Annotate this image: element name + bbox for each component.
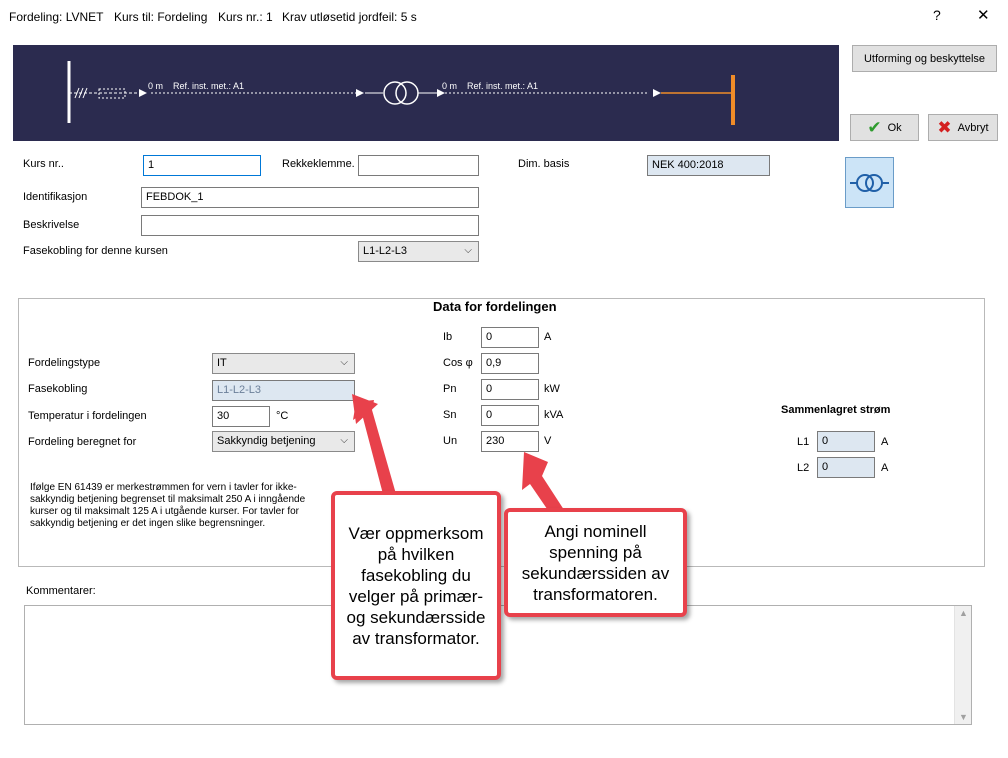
ib-field[interactable]: 0 — [481, 327, 539, 348]
temperatur-unit: °C — [276, 410, 289, 422]
chevron-down-icon: ⌵ — [464, 245, 472, 256]
kurs-til-text: Kurs til: Fordeling — [114, 10, 208, 24]
transformer-icon — [850, 174, 889, 192]
ok-label: Ok — [887, 121, 902, 134]
pn-label: Pn — [443, 383, 457, 395]
help-icon[interactable]: ? — [933, 7, 941, 23]
avbryt-label: Avbryt — [957, 121, 989, 134]
beregnet-label: Fordeling beregnet for — [28, 436, 137, 448]
un-field[interactable]: 230 — [481, 431, 539, 452]
kurs-nr-label: Kurs nr.. — [23, 158, 64, 170]
fordelingstype-select[interactable]: IT ⌵ — [212, 353, 355, 374]
identifikasjon-label: Identifikasjon — [23, 191, 88, 203]
sammenlagret-title: Sammenlagret strøm — [781, 404, 891, 416]
rekkeklemme-label: Rekkeklemme. — [282, 158, 355, 170]
fasekobling-kurs-select[interactable]: L1-L2-L3 ⌵ — [358, 241, 479, 262]
ib-unit: A — [544, 331, 552, 343]
dim-basis-label: Dim. basis — [518, 158, 570, 170]
kurs-nr-text: Kurs nr.: 1 — [218, 10, 273, 24]
sn-label: Sn — [443, 409, 457, 421]
beregnet-select[interactable]: Sakkyndig betjening ⌵ — [212, 431, 355, 452]
utforming-label: Utforming og beskyttelse — [863, 52, 986, 65]
fordelingstype-label: Fordelingstype — [28, 357, 101, 369]
sn-unit: kVA — [544, 409, 564, 421]
l2-unit: A — [881, 462, 889, 474]
check-icon: ✔ — [867, 118, 882, 137]
avbryt-button[interactable]: ✖ Avbryt — [928, 114, 998, 141]
kommentarer-label: Kommentarer: — [26, 585, 96, 597]
ok-button[interactable]: ✔ Ok — [850, 114, 919, 141]
identifikasjon-field[interactable]: FEBDOK_1 — [141, 187, 479, 208]
right-ref-label: Ref. inst. met.: A1 — [467, 81, 539, 91]
un-unit: V — [544, 435, 552, 447]
kurs-nr-field[interactable]: 1 — [143, 155, 261, 176]
scroll-up-icon[interactable]: ▲ — [959, 608, 968, 618]
l2-field: 0 — [817, 457, 875, 478]
info-text: Ifølge EN 61439 er merkestrømmen for ver… — [30, 482, 306, 529]
chevron-down-icon: ⌵ — [340, 435, 348, 446]
single-line-diagram: 0 m Ref. inst. met.: A1 0 m Ref. inst. m… — [13, 45, 839, 141]
ib-label: Ib — [443, 331, 453, 343]
krav-text: Krav utløsetid jordfeil: 5 s — [282, 10, 417, 24]
fasekobling-label: Fasekobling — [28, 383, 88, 395]
pn-field[interactable]: 0 — [481, 379, 539, 400]
fordelingstype-value: IT — [217, 357, 227, 369]
un-label: Un — [443, 435, 458, 447]
scroll-down-icon[interactable]: ▼ — [959, 712, 968, 722]
l1-unit: A — [881, 436, 889, 448]
cancel-x-icon: ✖ — [937, 118, 952, 137]
sn-field[interactable]: 0 — [481, 405, 539, 426]
left-ref-label: Ref. inst. met.: A1 — [173, 81, 245, 91]
right-length-label: 0 m — [442, 81, 458, 91]
beregnet-value: Sakkyndig betjening — [217, 435, 316, 447]
fasekobling-kurs-value: L1-L2-L3 — [363, 245, 408, 257]
temperatur-label: Temperatur i fordelingen — [28, 410, 147, 422]
fasekobling-kurs-label: Fasekobling for denne kursen — [23, 245, 168, 257]
l2-label: L2 — [797, 462, 810, 474]
dim-basis-field: NEK 400:2018 — [647, 155, 770, 176]
beskrivelse-label: Beskrivelse — [23, 219, 80, 231]
rekkeklemme-field[interactable] — [358, 155, 479, 176]
beskrivelse-field[interactable] — [141, 215, 479, 236]
diagram-graphics — [67, 61, 735, 125]
transformer-toggle-button[interactable] — [845, 157, 894, 208]
chevron-down-icon: ⌵ — [340, 357, 348, 368]
utforming-button[interactable]: Utforming og beskyttelse — [852, 45, 997, 72]
pn-unit: kW — [544, 383, 560, 395]
cos-field[interactable]: 0,9 — [481, 353, 539, 374]
left-length-label: 0 m — [148, 81, 164, 91]
title-bar: Fordeling: LVNET Kurs til: Fordeling Kur… — [0, 0, 1008, 34]
callout-nominell-spenning: Angi nominell spenning på sekundærssiden… — [504, 508, 687, 617]
fasekobling-field: L1-L2-L3 — [212, 380, 355, 401]
window-title: Fordeling: LVNET — [9, 10, 104, 24]
callout-fasekobling: Vær oppmerksom på hvilken fasekobling du… — [331, 491, 501, 680]
data-group-title: Data for fordelingen — [433, 299, 557, 314]
l1-label: L1 — [797, 436, 810, 448]
l1-field: 0 — [817, 431, 875, 452]
vertical-scrollbar[interactable]: ▲ ▼ — [954, 606, 971, 724]
cos-label: Cos φ — [443, 357, 473, 369]
close-icon[interactable]: ✕ — [977, 6, 990, 24]
temperatur-field[interactable]: 30 — [212, 406, 270, 427]
